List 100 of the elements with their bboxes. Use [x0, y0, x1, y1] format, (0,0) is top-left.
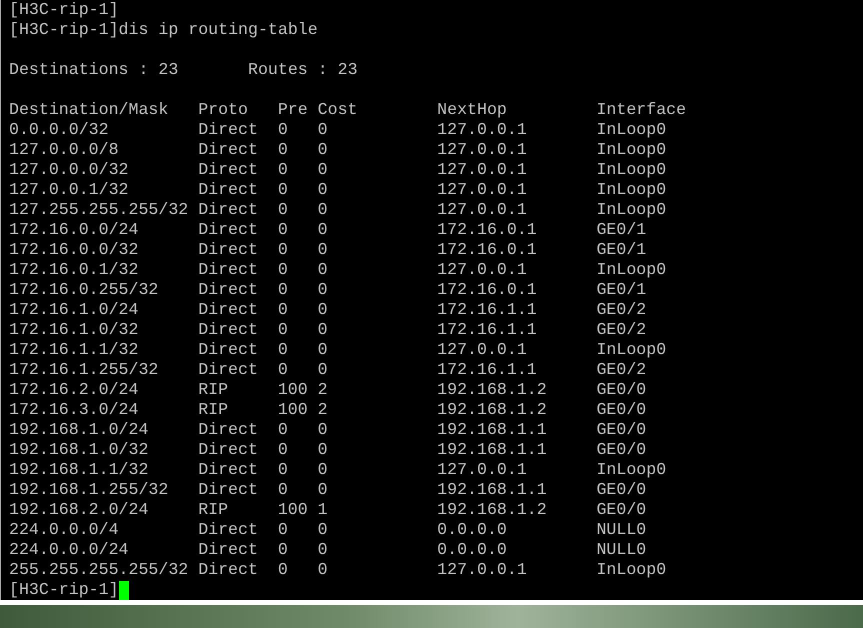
table-cell-text: Direct	[198, 360, 259, 380]
table-cell-text: InLoop0	[596, 460, 668, 480]
table-cell-text: 192.168.1.1/32	[9, 460, 150, 480]
table-cell-text: Direct	[198, 520, 259, 540]
table-cell-text: InLoop0	[596, 160, 668, 180]
table-cell-text: 192.168.1.1	[437, 480, 548, 500]
table-cell-text: 0	[318, 520, 329, 540]
table-cell-text: Direct	[198, 200, 259, 220]
table-cell-text: 172.16.0.1	[437, 220, 538, 240]
table-cell-text: 0	[318, 420, 329, 440]
table-cell-text: 0	[278, 120, 289, 140]
column-header: Proto	[198, 100, 249, 120]
table-cell-text: 0.0.0.0	[437, 540, 508, 560]
table-cell-text: 0	[318, 440, 329, 460]
table-cell-text: InLoop0	[596, 200, 668, 220]
table-cell-text: Direct	[198, 240, 259, 260]
table-cell-text: 127.0.0.0/8	[9, 140, 120, 160]
table-cell-text: 0.0.0.0/32	[9, 120, 110, 140]
table-cell-text: 127.0.0.1/32	[9, 180, 130, 200]
table-cell-text: 0	[278, 540, 289, 560]
table-cell-text: GE0/1	[596, 280, 648, 300]
table-cell-text: 0	[318, 460, 329, 480]
table-cell-text: 0	[318, 260, 329, 280]
table-cell-text: 127.0.0.0/32	[9, 160, 130, 180]
table-cell-text: Direct	[198, 300, 259, 320]
table-cell-text: Direct	[198, 180, 259, 200]
table-cell-text: 0	[318, 140, 329, 160]
table-cell-text: NULL0	[596, 520, 648, 540]
table-cell-text: 127.0.0.1	[437, 260, 528, 280]
routes-count: Routes : 23	[248, 60, 358, 80]
table-cell-text: 0	[318, 320, 329, 340]
table-cell-text: Direct	[198, 560, 259, 580]
table-cell-text: RIP	[198, 380, 230, 400]
column-header: Cost	[318, 100, 359, 120]
column-header: NextHop	[437, 100, 508, 120]
column-header: Destination/Mask	[9, 100, 170, 120]
table-cell-text: 172.16.1.0/24	[9, 300, 140, 320]
table-cell-text: Direct	[198, 420, 259, 440]
table-cell-text: 192.168.1.0/24	[9, 420, 150, 440]
table-cell-text: 2	[318, 400, 329, 420]
table-cell-text: RIP	[198, 400, 230, 420]
table-cell-text: GE0/2	[596, 300, 648, 320]
table-cell-text: 127.0.0.1	[437, 180, 528, 200]
table-cell-text: GE0/0	[596, 400, 648, 420]
table-cell-text: 0	[318, 340, 329, 360]
table-cell-text: 172.16.2.0/24	[9, 380, 140, 400]
table-cell-text: 0	[278, 360, 289, 380]
table-cell-text: 0	[318, 240, 329, 260]
table-cell-text: 192.168.1.255/32	[9, 480, 170, 500]
table-cell-text: 172.16.0.0/24	[9, 220, 140, 240]
table-cell-text: 127.0.0.1	[437, 460, 528, 480]
table-cell-text: 0	[278, 420, 289, 440]
table-cell-text: GE0/0	[596, 500, 648, 520]
table-cell-text: Direct	[198, 140, 259, 160]
column-header: Pre	[278, 100, 309, 120]
table-cell-text: 192.168.1.1	[437, 420, 548, 440]
table-cell-text: GE0/2	[596, 320, 648, 340]
table-cell-text: Direct	[198, 440, 259, 460]
table-cell-text: InLoop0	[596, 140, 668, 160]
table-cell-text: 0	[278, 180, 289, 200]
column-header: Interface	[596, 100, 688, 120]
table-cell-text: 0	[318, 360, 329, 380]
table-cell-text: 172.16.0.255/32	[9, 280, 160, 300]
terminal-line: [H3C-rip-1]dis ip routing-table	[9, 20, 318, 40]
table-cell-text: Direct	[198, 280, 259, 300]
table-cell-text: 0	[318, 300, 329, 320]
table-cell-text: GE0/1	[596, 220, 648, 240]
table-cell-text: 0	[278, 520, 289, 540]
table-cell-text: 0	[278, 480, 289, 500]
table-cell-text: 172.16.1.1	[437, 360, 538, 380]
table-cell-text: InLoop0	[596, 180, 668, 200]
table-cell-text: 0	[278, 280, 289, 300]
cursor-icon	[118, 581, 129, 600]
table-cell-text: Direct	[198, 320, 259, 340]
table-cell-text: 0	[278, 440, 289, 460]
table-cell-text: 0	[278, 160, 289, 180]
table-cell-text: InLoop0	[596, 340, 668, 360]
table-cell-text: 192.168.2.0/24	[9, 500, 150, 520]
table-cell-text: 0	[318, 120, 329, 140]
destinations-count: Destinations : 23	[9, 60, 180, 80]
table-cell-text: 127.0.0.1	[437, 200, 528, 220]
table-cell-text: 0	[278, 560, 289, 580]
table-cell-text: 2	[318, 380, 329, 400]
table-cell-text: 127.0.0.1	[437, 340, 528, 360]
table-cell-text: 192.168.1.2	[437, 380, 548, 400]
table-cell-text: 172.16.1.1	[437, 320, 538, 340]
table-cell-text: 0	[318, 560, 329, 580]
table-cell-text: 0	[318, 200, 329, 220]
table-cell-text: GE0/0	[596, 480, 648, 500]
table-cell-text: 224.0.0.0/24	[9, 540, 130, 560]
table-cell-text: 0	[318, 480, 329, 500]
table-cell-text: 224.0.0.0/4	[9, 520, 120, 540]
table-cell-text: 1	[318, 500, 329, 520]
table-cell-text: 192.168.1.2	[437, 400, 548, 420]
table-cell-text: 172.16.0.0/32	[9, 240, 140, 260]
table-cell-text: NULL0	[596, 540, 648, 560]
table-cell-text: 172.16.0.1	[437, 240, 538, 260]
table-cell-text: Direct	[198, 480, 259, 500]
terminal-line: [H3C-rip-1]	[9, 0, 119, 20]
table-cell-text: 255.255.255.255/32	[9, 560, 190, 580]
